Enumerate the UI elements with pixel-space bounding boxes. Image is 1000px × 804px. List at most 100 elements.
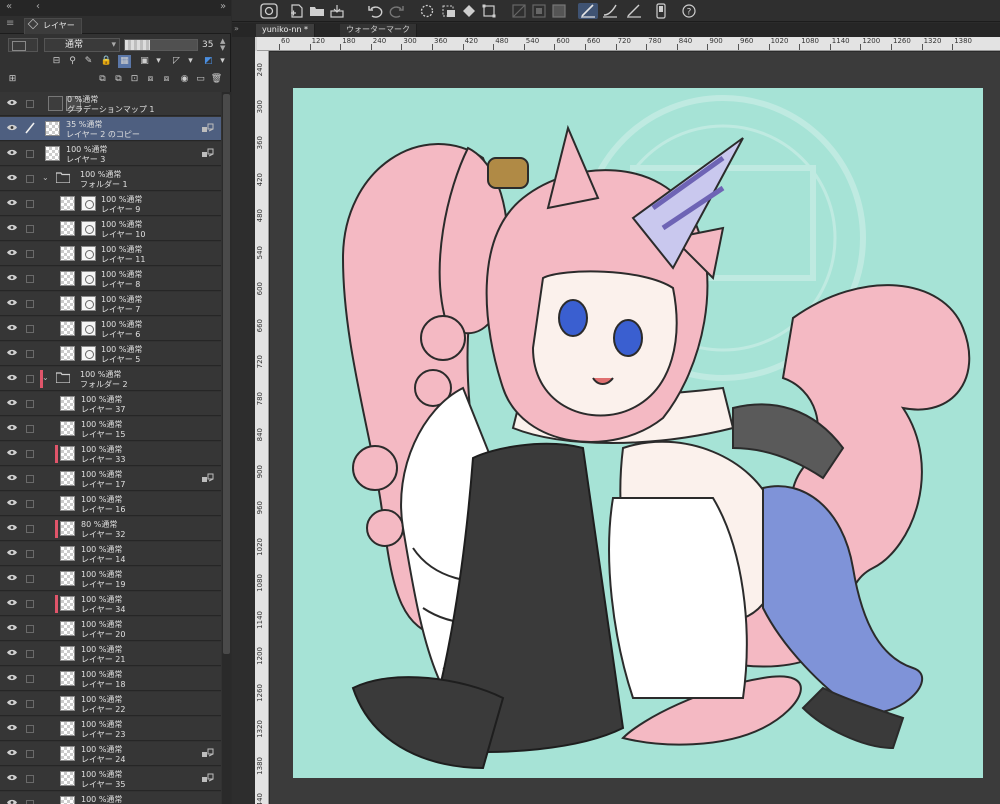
layer-edit-target-checkbox[interactable] (26, 650, 34, 658)
layer-edit-target-checkbox[interactable] (26, 525, 34, 533)
layer-row[interactable]: 100 %通常 (0, 792, 221, 804)
chevron-down-icon[interactable]: ⌄ (42, 373, 51, 382)
layer-row[interactable]: 100 %通常 レイヤー 15 (0, 417, 221, 441)
layer-row[interactable]: 100 %通常 レイヤー 11 (0, 242, 221, 266)
layer-name[interactable]: レイヤー 18 (81, 679, 125, 690)
layer-name[interactable]: レイヤー 15 (81, 429, 125, 440)
layer-edit-target-checkbox[interactable] (26, 250, 34, 258)
eye-icon[interactable] (7, 149, 17, 156)
tab-scroll-icon[interactable]: » (234, 24, 239, 33)
new-vector-layer-icon[interactable]: ⧉ (112, 73, 125, 86)
layer-row[interactable]: 100 %通常 レイヤー 24 (0, 742, 221, 766)
eye-icon[interactable] (7, 124, 17, 131)
reference-icon[interactable]: ⚲ (66, 55, 79, 68)
eye-icon[interactable] (7, 249, 17, 256)
layer-name[interactable]: レイヤー 34 (81, 604, 125, 615)
layer-name[interactable]: レイヤー 11 (101, 254, 145, 265)
app-logo-icon[interactable] (260, 3, 278, 19)
layer-folder-row[interactable]: ⌄ 100 %通常 フォルダー 2 (0, 367, 221, 391)
layer-row[interactable]: 100 %通常 レイヤー 7 (0, 292, 221, 316)
scrollbar-thumb[interactable] (223, 94, 230, 654)
eye-icon[interactable] (7, 649, 17, 656)
tab-document-main[interactable]: yuniko-nn * (256, 24, 316, 37)
layer-edit-target-checkbox[interactable] (26, 600, 34, 608)
eye-icon[interactable] (7, 749, 17, 756)
layer-name[interactable]: レイヤー 8 (101, 279, 140, 290)
layer-row[interactable]: 100 %通常 レイヤー 20 (0, 617, 221, 641)
eye-icon[interactable] (7, 499, 17, 506)
draft-icon[interactable]: ✎ (82, 55, 95, 68)
layer-edit-target-checkbox[interactable] (26, 775, 34, 783)
save-icon[interactable] (328, 3, 346, 19)
layer-name[interactable]: レイヤー 23 (81, 729, 125, 740)
eye-icon[interactable] (7, 99, 17, 106)
layer-edit-target-checkbox[interactable] (26, 450, 34, 458)
double-chevron-right-icon[interactable]: » (220, 1, 226, 12)
layer-name[interactable]: レイヤー 7 (101, 304, 140, 315)
eye-icon[interactable] (7, 224, 17, 231)
snap-to-special-ruler-icon[interactable] (600, 3, 620, 19)
eye-icon[interactable] (7, 724, 17, 731)
layer-edit-target-checkbox[interactable] (26, 475, 34, 483)
layer-name[interactable]: レイヤー 33 (81, 454, 125, 465)
layer-row[interactable]: 100 %通常 レイヤー 33 (0, 442, 221, 466)
menu-icon[interactable]: ≡ (6, 18, 14, 29)
layer-name[interactable]: レイヤー 19 (81, 579, 125, 590)
layer-edit-target-checkbox[interactable] (26, 800, 34, 804)
layer-name[interactable]: フォルダー 1 (80, 179, 128, 190)
layer-name[interactable]: グラデーションマップ 1 (67, 104, 154, 115)
eye-icon[interactable] (7, 399, 17, 406)
layer-row[interactable]: 100 %通常 レイヤー 19 (0, 567, 221, 591)
layer-name[interactable]: レイヤー 9 (101, 204, 140, 215)
smartphone-icon[interactable] (652, 3, 670, 19)
ruler-vertical[interactable]: 240 300 360 420 480 540 600 660 720 780 840 900 960 1… (255, 51, 269, 804)
layer-edit-target-checkbox[interactable] (26, 225, 34, 233)
open-folder-icon[interactable] (308, 3, 326, 19)
apply-mask-icon[interactable]: ▭ (194, 73, 207, 86)
blend-mode-select[interactable]: 通常 (44, 38, 120, 52)
eye-icon[interactable] (7, 524, 17, 531)
layer-edit-target-checkbox[interactable] (26, 375, 34, 383)
layer-row[interactable]: 100 %通常 レイヤー 18 (0, 667, 221, 691)
layer-name[interactable]: レイヤー 6 (101, 329, 140, 340)
eye-icon[interactable] (7, 574, 17, 581)
clip-below-icon[interactable]: ⊟ (50, 55, 63, 68)
double-chevron-left-icon[interactable]: « (6, 1, 12, 12)
layer-name[interactable]: レイヤー 24 (81, 754, 125, 765)
layer-edit-target-checkbox[interactable] (26, 500, 34, 508)
new-file-icon[interactable] (288, 3, 306, 19)
new-folder-icon[interactable]: ⊡ (128, 73, 141, 86)
opacity-value[interactable]: 35 (202, 40, 213, 50)
eye-icon[interactable] (7, 374, 17, 381)
transform-icon[interactable] (480, 3, 498, 19)
trash-icon[interactable]: 🗑 (210, 73, 223, 86)
merge-down-icon[interactable]: ⧈ (160, 73, 173, 86)
layer-name[interactable]: レイヤー 21 (81, 654, 125, 665)
layer-edit-target-checkbox[interactable] (26, 150, 34, 158)
chevron-down-icon[interactable]: ▾ (184, 55, 197, 68)
help-icon[interactable]: ? (680, 3, 698, 19)
layer-name[interactable]: レイヤー 32 (81, 529, 125, 540)
redo-icon[interactable] (388, 3, 406, 19)
layer-row[interactable]: 100 %通常 レイヤー 8 (0, 267, 221, 291)
layer-row[interactable]: 100 %通常 レイヤー 37 (0, 392, 221, 416)
lock-icon[interactable]: 🔒 (100, 55, 113, 68)
canvas-area[interactable] (270, 52, 1000, 804)
layer-row[interactable]: 100 %通常 レイヤー 23 (0, 717, 221, 741)
layer-name[interactable]: レイヤー 3 (66, 154, 105, 165)
layer-name[interactable]: レイヤー 16 (81, 504, 125, 515)
tab-document-watermark[interactable]: ウォーターマーク (340, 24, 417, 37)
layer-edit-target-checkbox[interactable] (26, 550, 34, 558)
chevron-down-icon[interactable]: ▾ (152, 55, 165, 68)
transfer-below-icon[interactable]: ⧈ (144, 73, 157, 86)
eye-icon[interactable] (7, 799, 17, 804)
layer-edit-target-checkbox[interactable] (26, 675, 34, 683)
layer-edit-target-checkbox[interactable] (26, 300, 34, 308)
eye-icon[interactable] (7, 599, 17, 606)
eye-icon[interactable] (7, 424, 17, 431)
eye-icon[interactable] (7, 699, 17, 706)
layer-edit-target-checkbox[interactable] (26, 200, 34, 208)
layer-edit-target-checkbox[interactable] (26, 400, 34, 408)
layer-row[interactable]: 80 %通常 レイヤー 32 (0, 517, 221, 541)
layer-row[interactable]: 100 %通常 レイヤー 14 (0, 542, 221, 566)
